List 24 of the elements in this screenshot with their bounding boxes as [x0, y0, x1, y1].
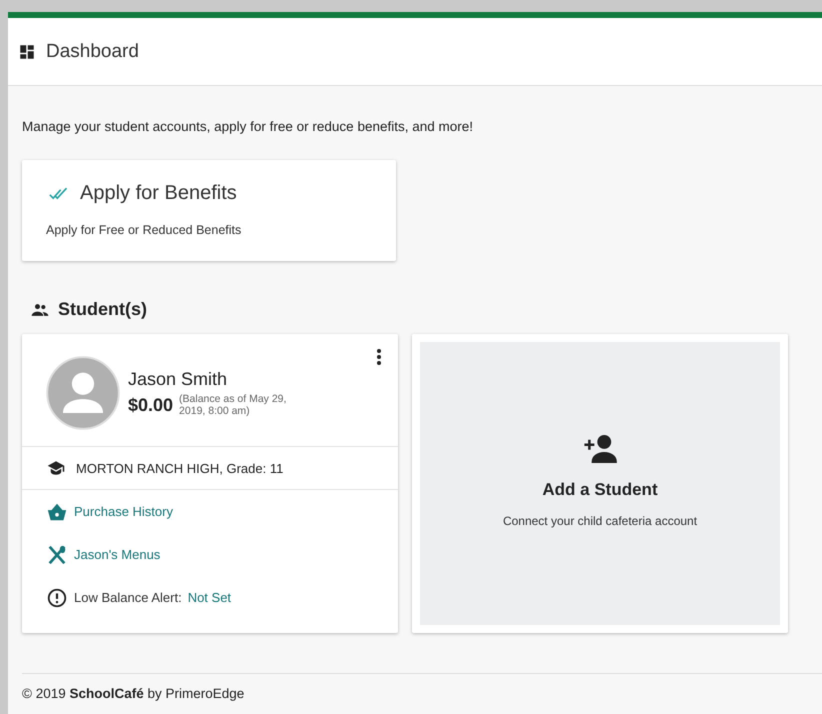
- add-student-title: Add a Student: [542, 480, 658, 500]
- page-title: Dashboard: [46, 40, 139, 62]
- purchase-history-link[interactable]: Purchase History: [74, 504, 173, 519]
- card-subtitle: Apply for Free or Reduced Benefits: [46, 223, 242, 237]
- graduation-cap-icon: [46, 459, 66, 477]
- intro-text: Manage your student accounts, apply for free or reduce benefits, and more!: [22, 119, 474, 134]
- school-grade: MORTON RANCH HIGH, Grade: 11: [76, 460, 284, 476]
- section-title: Student(s): [58, 299, 147, 320]
- avatar-icon: [46, 356, 120, 430]
- card-title: Apply for Benefits: [80, 182, 237, 205]
- student-name: Jason Smith: [128, 368, 228, 390]
- dashboard-icon: [18, 42, 36, 60]
- balance-note: (Balance as of May 29, 2019, 8:00 am): [179, 394, 288, 418]
- add-student-card[interactable]: Add a Student Connect your child cafeteria account: [412, 334, 788, 633]
- utensils-icon: [46, 544, 68, 566]
- alert-setting-link[interactable]: Not Set: [188, 590, 232, 605]
- balance-amount: $0.00: [128, 395, 174, 416]
- alert-icon: [46, 586, 68, 608]
- benefits-card[interactable]: Apply for Benefits Apply for Free or Reduced Benefits: [22, 160, 396, 261]
- add-student-subtitle: Connect your child cafeteria account: [502, 514, 698, 528]
- alert-label: Low Balance Alert:: [74, 590, 182, 605]
- more-menu-icon[interactable]: [376, 348, 382, 366]
- footer-text: © 2019 SchoolCafé by PrimeroEdge: [22, 673, 822, 701]
- menus-link[interactable]: Jason's Menus: [74, 547, 160, 562]
